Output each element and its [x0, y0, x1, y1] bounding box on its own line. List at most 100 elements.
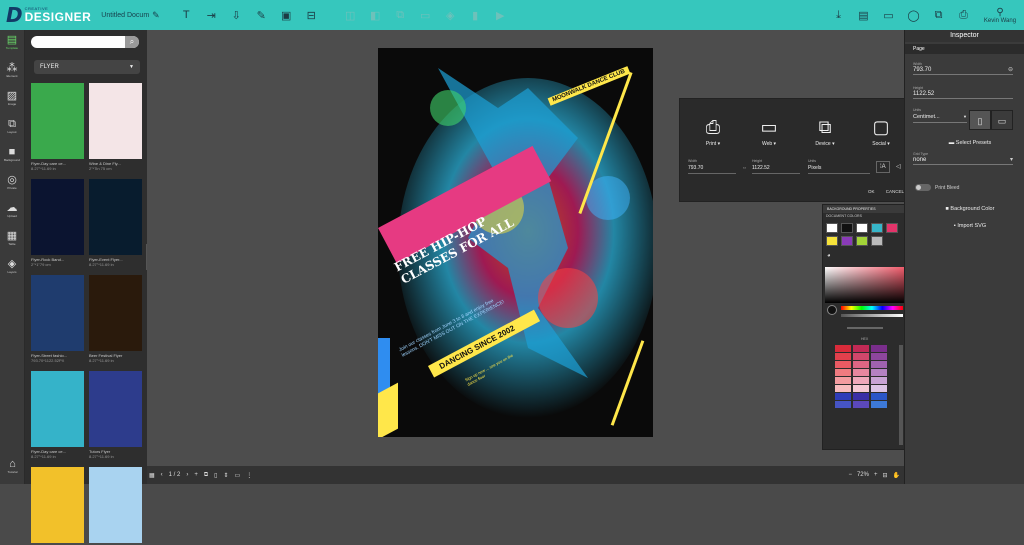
toolbar-tool-icon[interactable]: ▮ [463, 9, 488, 22]
toolbar-tool-icon[interactable]: ⇥ [199, 9, 224, 22]
page-settings-icon[interactable]: ▭ [235, 472, 241, 479]
toolbar-action-icon[interactable]: ▤ [851, 9, 876, 22]
document-name[interactable]: Untitled Docum ✎ [101, 10, 159, 21]
color-swatch[interactable] [841, 223, 853, 233]
template-thumbnail[interactable]: Beer Festival Flyer 8.27"*11.69 in [89, 275, 142, 363]
palette-swatch[interactable] [853, 345, 869, 352]
grid-view-icon[interactable]: ▦ [149, 472, 155, 479]
toolbar-tool-icon[interactable]: ◧ [363, 9, 388, 22]
user-menu[interactable]: ⚲ Kevin Wang [976, 7, 1024, 24]
toolbar-tool-icon[interactable]: ▣ [274, 9, 299, 22]
copy-page-icon[interactable]: ⧉ [204, 472, 208, 479]
export-option-social[interactable]: ▢ Social ▾ [856, 117, 906, 147]
template-thumbnail[interactable]: Flyer-Day care ce... 8.27"*11.69 in [31, 83, 84, 171]
palette-swatch[interactable] [835, 401, 851, 408]
rail-item-element[interactable]: ⁂ Element [0, 58, 24, 86]
toolbar-tool-icon[interactable]: ⇩ [224, 9, 249, 22]
zoom-level[interactable]: 72% [857, 472, 869, 478]
export-units-field[interactable]: Units Pixels [808, 159, 870, 174]
template-thumbnail[interactable]: Flyer-Day care ce... 8.27"*11.69 in [31, 371, 84, 459]
next-page-icon[interactable]: › [186, 472, 188, 478]
toolbar-action-icon[interactable]: ⤓ [826, 9, 851, 22]
color-swatch[interactable] [856, 223, 868, 233]
hand-icon[interactable]: ✋ [893, 472, 900, 479]
zoom-in-icon[interactable]: + [874, 472, 878, 478]
alpha-slider[interactable] [841, 314, 903, 317]
text-size-icon[interactable]: ⁞A [876, 161, 890, 173]
ok-button[interactable]: OK [868, 189, 875, 194]
palette-swatch[interactable] [853, 353, 869, 360]
palette-swatch[interactable] [853, 385, 869, 392]
palette-scrollbar[interactable] [899, 345, 903, 445]
toolbar-tool-icon[interactable]: T [174, 9, 199, 22]
zoom-out-icon[interactable]: − [848, 472, 852, 478]
template-thumbnail[interactable] [89, 467, 142, 545]
palette-swatch[interactable] [853, 393, 869, 400]
palette-swatch[interactable] [871, 393, 887, 400]
palette-swatch[interactable] [835, 369, 851, 376]
toolbar-action-icon[interactable]: ⧉ [926, 9, 951, 22]
palette-swatch[interactable] [835, 345, 851, 352]
toolbar-tool-icon[interactable]: ◈ [438, 9, 463, 22]
page-height-field[interactable]: Height 1122.52 [913, 86, 1013, 99]
export-option-web[interactable]: ▭ Web ▾ [744, 117, 794, 147]
template-thumbnail[interactable]: Flyer-Event Flyer... 8.27"*11.69 in [89, 179, 142, 267]
link-icon[interactable]: ⊖ [1008, 66, 1013, 73]
landscape-icon[interactable]: ▭ [991, 110, 1013, 130]
color-swatch[interactable] [826, 223, 838, 233]
add-page-icon[interactable]: + [194, 472, 198, 478]
toolbar-tool-icon[interactable]: ▶ [488, 9, 513, 22]
import-svg-button[interactable]: ▪ Import SVG [925, 223, 1015, 229]
palette-swatch[interactable] [871, 353, 887, 360]
hue-slider[interactable] [841, 306, 903, 310]
palette-swatch[interactable] [871, 361, 887, 368]
select-presets-button[interactable]: ▬ Select Presets [925, 140, 1015, 146]
color-swatch[interactable] [871, 223, 883, 233]
toolbar-tool-icon[interactable]: ✎ [249, 9, 274, 22]
toolbar-tool-icon[interactable]: ◫ [338, 9, 363, 22]
palette-swatch[interactable] [853, 377, 869, 384]
color-swatch[interactable] [871, 236, 883, 246]
prev-page-icon[interactable]: ‹ [161, 472, 163, 478]
rail-item-tutorial[interactable]: ⌂ Tutorial [0, 454, 25, 482]
palette-swatch[interactable] [871, 385, 887, 392]
rail-item-template[interactable]: ▤ Template [0, 30, 24, 58]
rail-item-table[interactable]: ▦ Table [0, 226, 24, 254]
template-search-input[interactable]: ⌕ [31, 36, 139, 48]
toolbar-action-icon[interactable]: ⎙ [951, 9, 976, 22]
delete-page-icon[interactable]: ▯ [214, 472, 217, 479]
palette-swatch[interactable] [835, 393, 851, 400]
export-height-field[interactable]: Height 1122.52 [752, 159, 800, 174]
palette-swatch[interactable] [835, 377, 851, 384]
template-thumbnail[interactable]: Flyer-Street fashio... 793.70*1122.52PX [31, 275, 84, 363]
toolbar-tool-icon[interactable]: ⊟ [299, 9, 324, 22]
palette-swatch[interactable] [871, 377, 887, 384]
template-thumbnail[interactable] [31, 467, 84, 545]
rail-item-layout[interactable]: ⧉ Layout [0, 114, 24, 142]
portrait-icon[interactable]: ▯ [969, 110, 991, 130]
grid-type-field[interactable]: Grid Type none ▾ [913, 152, 1013, 165]
move-page-icon[interactable]: ⇕ [223, 472, 228, 479]
export-option-print[interactable]: ⎙ Print ▾ [688, 117, 738, 147]
palette-swatch[interactable] [853, 401, 869, 408]
export-width-field[interactable]: Width 793.70 [688, 159, 736, 174]
app-logo[interactable]: D CREATIVE DESIGNER [6, 3, 91, 27]
palette-swatch[interactable] [835, 353, 851, 360]
page-options-icon[interactable]: ⋮ [246, 472, 252, 479]
rail-item-background[interactable]: ■ Background [0, 142, 24, 170]
page-width-field[interactable]: Width 793.70 ⊖ [913, 62, 1013, 75]
flyer-page[interactable]: MOONWALK DANCE CLUB FREE HIP-HOP CLASSES… [378, 48, 653, 437]
toolbar-tool-icon[interactable]: ▭ [413, 9, 438, 22]
rail-item-upload[interactable]: ☁ Upload [0, 198, 24, 226]
search-icon[interactable]: ⌕ [125, 36, 139, 48]
pencil-icon[interactable]: ✎ [152, 10, 160, 21]
palette-swatch[interactable] [853, 369, 869, 376]
palette-swatch[interactable] [835, 385, 851, 392]
template-thumbnail[interactable]: Wine & Dine Fly... 2"*7in 75 cm [89, 83, 142, 171]
palette-swatch[interactable] [871, 369, 887, 376]
palette-swatch[interactable] [871, 401, 887, 408]
palette-icon[interactable]: ◕ [827, 253, 831, 259]
toolbar-action-icon[interactable]: ▭ [876, 9, 901, 22]
rail-item-layers[interactable]: ◈ Layers [0, 254, 24, 282]
palette-swatch[interactable] [853, 361, 869, 368]
